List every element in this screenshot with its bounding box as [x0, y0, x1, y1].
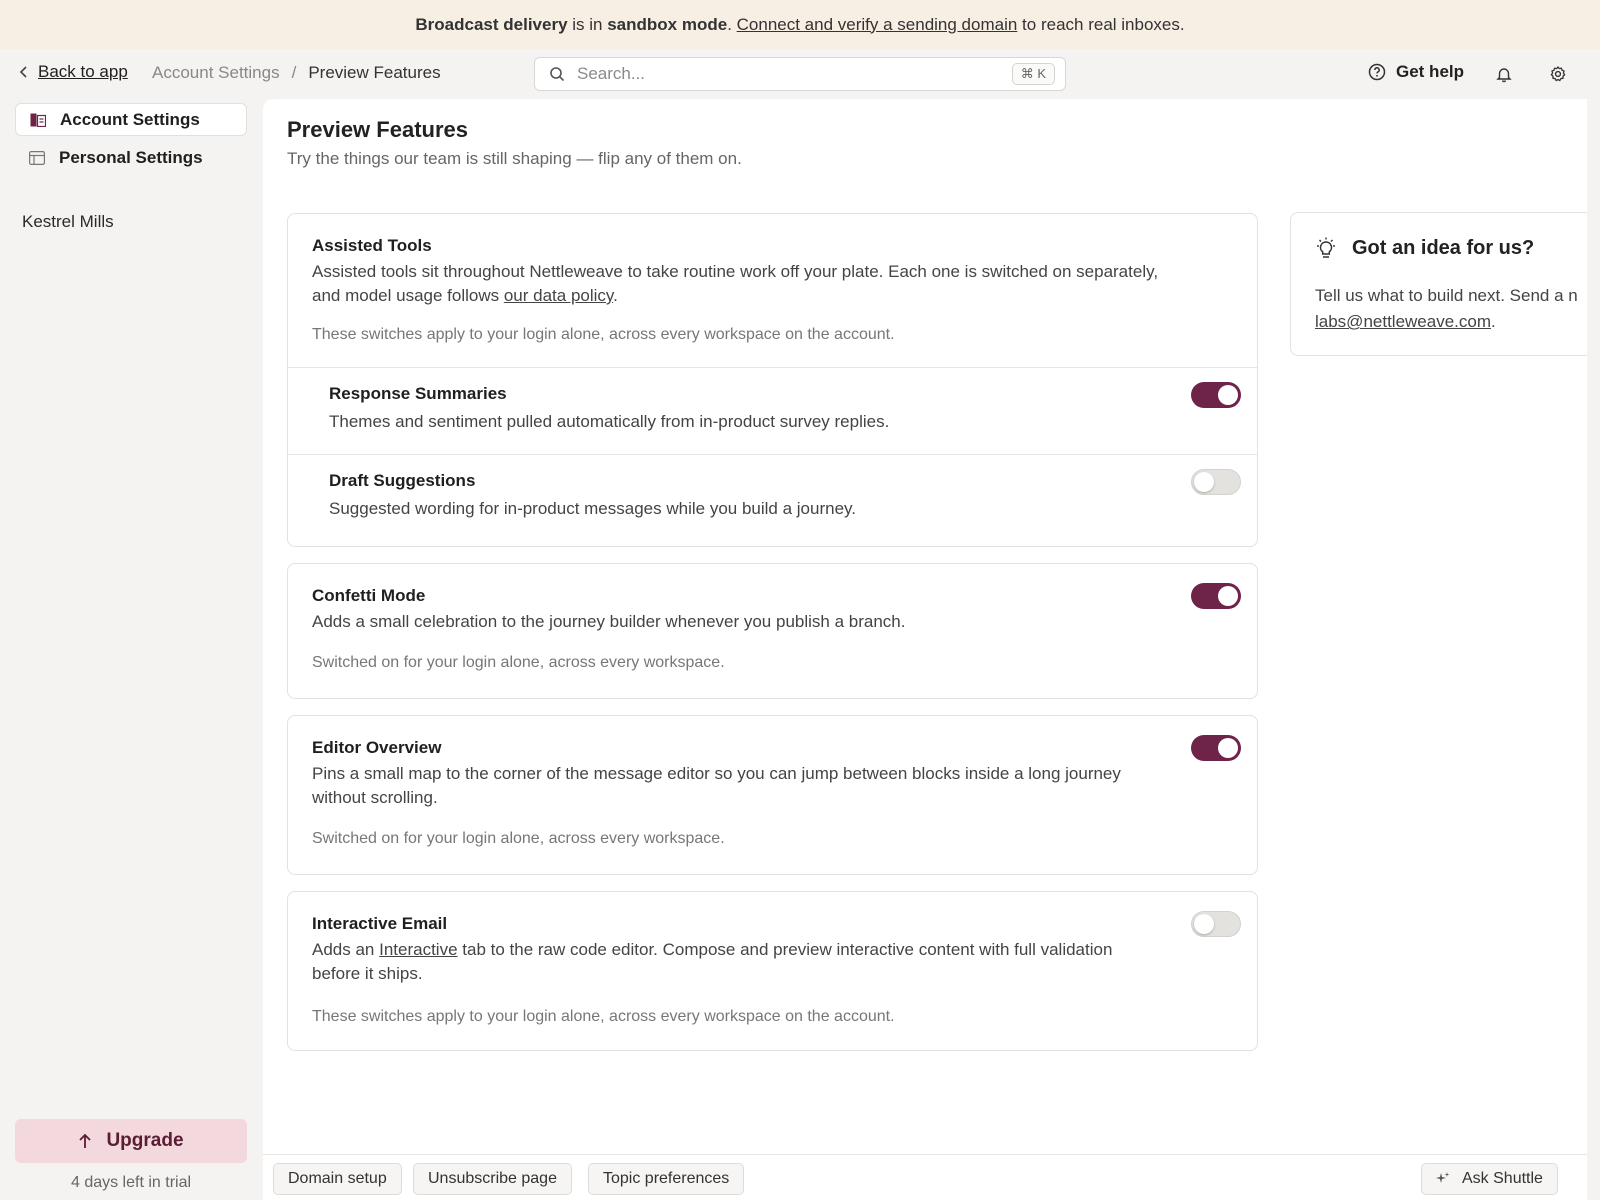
description-line: Adds an Interactive tab to the raw code … [312, 938, 1192, 962]
confetti-mode-card: Confetti Mode Adds a small celebration t… [287, 563, 1258, 699]
idea-email-line: labs@nettleweave.com. [1315, 312, 1496, 332]
top-bar: Back to app Account Settings / Preview F… [0, 49, 1600, 99]
sidebar-item-personal-settings[interactable]: Personal Settings [15, 141, 247, 174]
card-description: Pins a small map to the corner of the me… [312, 762, 1182, 810]
chevron-left-icon [19, 66, 27, 78]
sidebar: Account Settings Personal Settings Kestr… [0, 99, 258, 1200]
labs-email-link[interactable]: labs@nettleweave.com [1315, 312, 1491, 331]
search-box[interactable]: ⌘ K [534, 57, 1066, 91]
description-line: before it ships. [312, 964, 423, 983]
card-description: Assisted tools sit throughout Nettleweav… [312, 260, 1232, 308]
search-icon [550, 67, 565, 82]
upgrade-label: Upgrade [106, 1130, 184, 1151]
card-note: These switches apply to your login alone… [312, 326, 895, 343]
card-note: Switched on for your login alone, across… [312, 830, 725, 847]
description-line: Assisted tools sit throughout Nettleweav… [312, 262, 1159, 281]
editor-overview-card: Editor Overview Pins a small map to the … [287, 715, 1258, 875]
banner-text: is in [567, 14, 608, 34]
idea-text: Tell us what to build next. Send a n [1315, 286, 1578, 305]
verify-domain-link[interactable]: Connect and verify a sending domain [737, 15, 1018, 35]
description-text: Adds an [312, 940, 380, 959]
banner-strong-text: Broadcast delivery [415, 14, 568, 34]
description-text: and model usage follows [312, 286, 504, 305]
toggle-knob [1218, 586, 1238, 606]
card-title: Assisted Tools [312, 236, 432, 255]
trial-status: 4 days left in trial [70, 1174, 192, 1191]
get-help-label: Get help [1396, 62, 1465, 81]
upgrade-button[interactable]: Upgrade [15, 1119, 247, 1163]
description-text: tab to the raw code editor. Compose and … [457, 940, 1113, 959]
description-line: Pins a small map to the corner of the me… [312, 764, 1121, 783]
toggle-knob [1218, 385, 1238, 405]
card-note: These switches apply to your login alone… [312, 1008, 895, 1025]
interactive-tab-link[interactable]: Interactive [379, 940, 457, 959]
idea-text-end: . [1491, 312, 1496, 331]
card-title: Editor Overview [312, 738, 442, 757]
bell-icon[interactable] [1495, 65, 1513, 83]
page-subtitle: Try the things our team is still shaping… [287, 149, 742, 168]
personal-settings-icon [29, 150, 45, 165]
topic-preferences-button[interactable]: Topic preferences [588, 1163, 745, 1195]
confetti-mode-toggle[interactable] [1191, 583, 1241, 609]
idea-card: Got an idea for us? Tell us what to buil… [1290, 212, 1587, 356]
toggle-knob [1218, 738, 1238, 758]
search-input[interactable] [577, 64, 1012, 84]
banner-mode-text: sandbox mode [607, 14, 728, 34]
description-text: . [613, 286, 618, 305]
question-circle-icon [1368, 63, 1386, 81]
toggle-knob [1194, 914, 1214, 934]
response-summaries-toggle[interactable] [1191, 382, 1241, 408]
sparkle-icon [1436, 1172, 1450, 1183]
card-description: Adds a small celebration to the journey … [312, 612, 906, 631]
breadcrumb-current: Preview Features [308, 63, 441, 82]
breadcrumb: Account Settings / Preview Features [152, 63, 441, 83]
idea-title: Got an idea for us? [1352, 237, 1535, 259]
back-to-app-link[interactable]: Back to app [18, 62, 128, 82]
card-title: Interactive Email [312, 914, 448, 933]
sidebar-item-account-settings[interactable]: Account Settings [15, 103, 247, 136]
back-to-app-label: Back to app [38, 62, 128, 81]
sandbox-banner: Broadcast delivery is in sandbox mode . … [0, 0, 1600, 49]
page-title: Preview Features [287, 117, 468, 142]
toggle-knob [1194, 472, 1214, 492]
divider [288, 454, 1257, 455]
user-name: Kestrel Mills [22, 212, 114, 231]
sidebar-item-label: Personal Settings [59, 147, 203, 167]
ask-shuttle-label: Ask Shuttle [1462, 1170, 1543, 1187]
divider [288, 367, 1257, 368]
banner-text: to reach real inboxes. [1017, 14, 1185, 34]
editor-overview-toggle[interactable] [1191, 735, 1241, 761]
card-note: Switched on for your login alone, across… [312, 654, 725, 671]
footer-bar: Domain setup Unsubscribe page Topic pref… [263, 1154, 1587, 1200]
main-panel: Preview Features Try the things our team… [263, 99, 1587, 1154]
gear-icon[interactable] [1549, 65, 1567, 83]
feature-title: Response Summaries [329, 384, 507, 403]
data-policy-link[interactable]: our data policy [504, 286, 613, 305]
ask-shuttle-button[interactable]: Ask Shuttle [1421, 1163, 1558, 1195]
sidebar-item-label: Account Settings [60, 109, 200, 129]
breadcrumb-separator: / [291, 63, 297, 82]
description-line: and model usage follows our data policy. [312, 284, 1232, 308]
draft-suggestions-toggle[interactable] [1191, 469, 1241, 495]
unsubscribe-page-button[interactable]: Unsubscribe page [413, 1163, 572, 1195]
assisted-tools-card: Assisted Tools Assisted tools sit throug… [287, 213, 1258, 547]
arrow-up-icon [79, 1133, 92, 1148]
feature-description: Themes and sentiment pulled automaticall… [329, 412, 890, 431]
feature-description: Suggested wording for in-product message… [329, 499, 856, 518]
card-description: Adds an Interactive tab to the raw code … [312, 938, 1192, 986]
breadcrumb-account-settings[interactable]: Account Settings [152, 63, 280, 83]
description-line: without scrolling. [312, 788, 438, 807]
lightbulb-icon [1317, 237, 1335, 258]
domain-setup-button[interactable]: Domain setup [273, 1163, 402, 1195]
get-help-button[interactable]: Get help [1368, 62, 1464, 82]
feature-title: Draft Suggestions [329, 471, 476, 490]
account-settings-icon [30, 113, 46, 127]
card-title: Confetti Mode [312, 586, 426, 605]
banner-text: . [727, 14, 737, 34]
interactive-email-toggle[interactable] [1191, 911, 1241, 937]
search-shortcut-hint: ⌘ K [1011, 63, 1055, 85]
interactive-email-card: Interactive Email Adds an Interactive ta… [287, 891, 1258, 1051]
